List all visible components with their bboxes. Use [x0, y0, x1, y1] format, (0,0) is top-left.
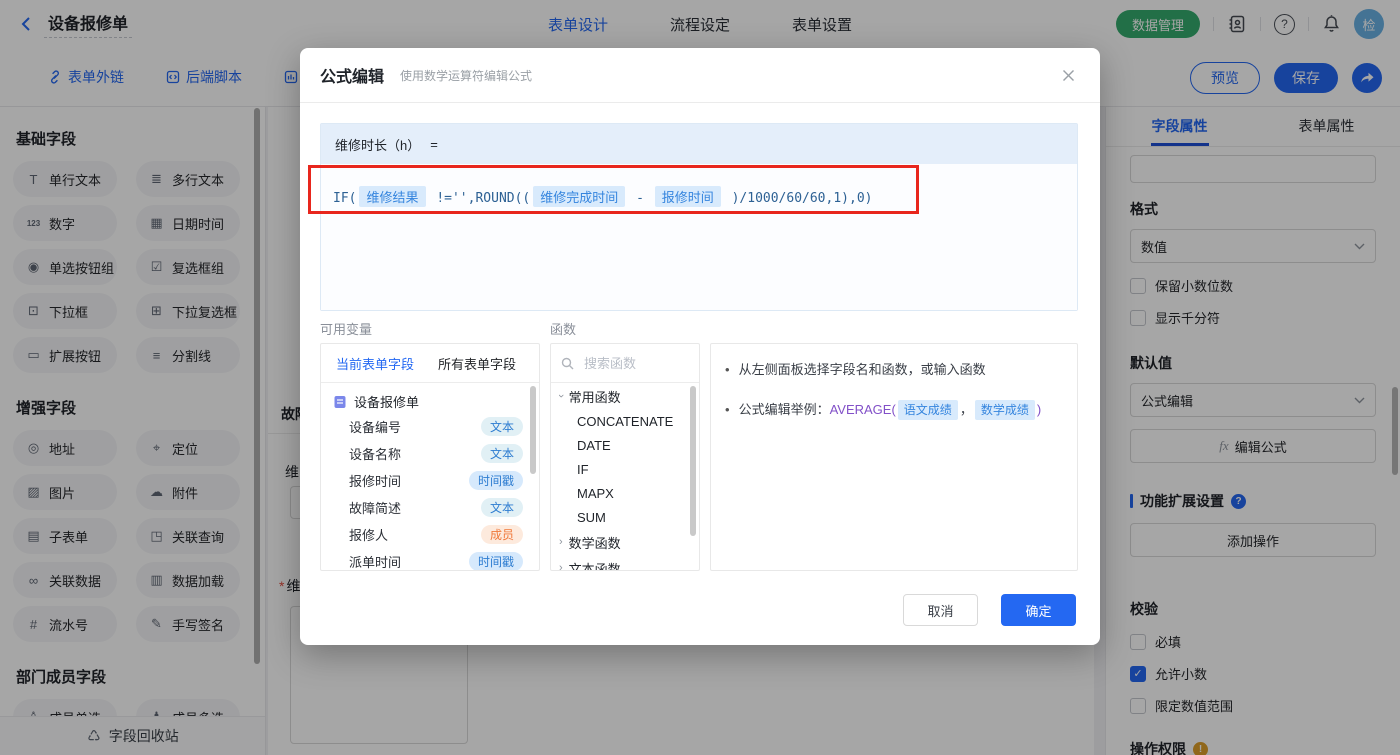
functions-label: 函数 — [550, 322, 577, 337]
chevron-collapsed-icon: › — [559, 536, 563, 548]
type-badge: 成员 — [480, 525, 523, 544]
formula-edit-modal: 公式编辑 使用数学运算符编辑公式 维修时长（h） = IF(维修结果 !='',… — [300, 48, 1100, 645]
function-item[interactable]: SUM — [551, 505, 699, 529]
field-token[interactable]: 维修结果 — [359, 186, 426, 207]
function-group-common[interactable]: › 常用函数 — [551, 383, 699, 409]
example-field-chip: 语文成绩 — [897, 400, 958, 420]
help-line-1: • 从左侧面板选择字段名和函数，或输入函数 — [725, 360, 1061, 380]
tab-all-form-fields[interactable]: 所有表单字段 — [438, 354, 516, 373]
function-item[interactable]: DATE — [551, 433, 699, 457]
example-field-chip: 数学成绩 — [974, 400, 1035, 420]
variables-scrollbar[interactable] — [530, 386, 536, 474]
variable-item[interactable]: 派单时间 时间戳 — [321, 548, 539, 570]
formula-field-name: 维修时长（h） — [335, 137, 421, 153]
type-badge: 时间戳 — [468, 552, 523, 570]
formula-code: )/1000/60/60,1),0) — [723, 191, 873, 206]
formula-equals: = — [430, 136, 438, 152]
formula-code: - — [628, 191, 652, 206]
function-search-input[interactable] — [582, 354, 681, 372]
search-icon — [561, 357, 574, 370]
help-line-2: • 公式编辑举例：AVERAGE(语文成绩，数学成绩) — [725, 400, 1061, 420]
functions-scrollbar[interactable] — [690, 386, 696, 536]
confirm-button[interactable]: 确定 — [1001, 594, 1076, 626]
function-item[interactable]: IF — [551, 457, 699, 481]
variable-item[interactable]: 设备名称 文本 — [321, 440, 539, 467]
modal-header: 公式编辑 使用数学运算符编辑公式 — [300, 48, 1100, 103]
variable-item[interactable]: 故障简述 文本 — [321, 494, 539, 521]
help-panel: • 从左侧面板选择字段名和函数，或输入函数 • 公式编辑举例：AVERAGE(语… — [710, 343, 1078, 571]
example-close-paren: ) — [1036, 402, 1042, 417]
variable-item[interactable]: 报修人 成员 — [321, 521, 539, 548]
formula-code: !='',ROUND(( — [428, 191, 531, 206]
variables-label: 可用变量 — [320, 322, 373, 337]
variables-tree-root[interactable]: 设备报修单 — [321, 383, 539, 413]
variables-panel: 当前表单字段 所有表单字段 设备报修单 设备编号 文本 设备名称 文本 报修时间 时间… — [320, 343, 540, 571]
variable-item[interactable]: 报修时间 时间戳 — [321, 467, 539, 494]
formula-input-area[interactable]: IF(维修结果 !='',ROUND((维修完成时间 - 报修时间 )/1000… — [321, 164, 1077, 310]
tab-current-form-fields[interactable]: 当前表单字段 — [336, 354, 414, 373]
example-function-name: AVERAGE( — [829, 402, 896, 417]
type-badge: 时间戳 — [468, 471, 523, 490]
bullet-icon: • — [725, 402, 730, 417]
field-token[interactable]: 维修完成时间 — [533, 186, 626, 207]
cancel-button[interactable]: 取消 — [903, 594, 978, 626]
type-badge: 文本 — [480, 444, 523, 463]
formula-code: IF( — [333, 191, 357, 206]
modal-title: 公式编辑 — [320, 69, 385, 86]
function-group-math[interactable]: › 数学函数 — [551, 529, 699, 555]
formula-editor: 维修时长（h） = IF(维修结果 !='',ROUND((维修完成时间 - 报… — [320, 123, 1078, 311]
chevron-collapsed-icon: › — [559, 562, 563, 571]
variable-item[interactable]: 设备编号 文本 — [321, 413, 539, 440]
function-item[interactable]: MAPX — [551, 481, 699, 505]
type-badge: 文本 — [480, 417, 523, 436]
close-icon[interactable] — [1061, 68, 1076, 83]
app-root: 设备报修单 表单设计 流程设定 表单设置 数据管理 ? 检 表单外链 后端脚本 … — [0, 0, 1400, 755]
chevron-expanded-icon: › — [554, 394, 567, 398]
modal-subtitle: 使用数学运算符编辑公式 — [400, 68, 533, 83]
function-search — [551, 344, 699, 383]
field-token[interactable]: 报修时间 — [654, 186, 721, 207]
formula-field-header: 维修时长（h） = — [321, 124, 1077, 164]
bullet-icon: • — [725, 362, 730, 377]
form-doc-icon — [333, 395, 347, 409]
function-group-text[interactable]: › 文本函数 — [551, 555, 699, 571]
type-badge: 文本 — [480, 498, 523, 517]
functions-panel: ›常用函数 CONCATENATE DATE IF MAPX SUM ›数学函数… — [550, 343, 700, 571]
function-item[interactable]: CONCATENATE — [551, 409, 699, 433]
